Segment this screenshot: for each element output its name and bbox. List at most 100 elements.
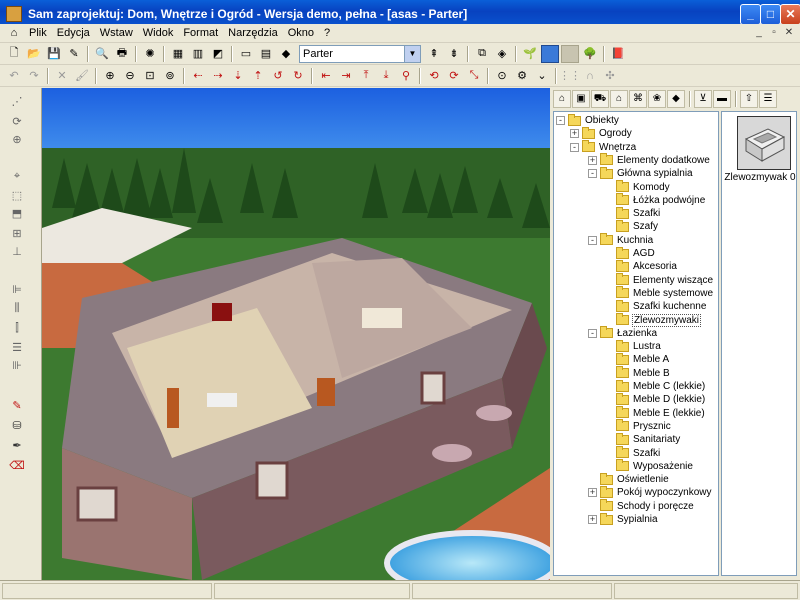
tree-item[interactable]: + Sypialnia [588,512,659,526]
grid-icon[interactable]: ⋮⋮ [559,67,581,85]
tree-expander-icon[interactable]: - [588,235,597,245]
undo-icon[interactable]: ↶ [5,67,23,85]
menu-plik[interactable]: Plik [24,27,52,39]
zoom-out-icon[interactable]: ⊖ [121,67,139,85]
catalog-list-icon[interactable]: ☰ [759,90,777,108]
stamp-tool-icon[interactable]: ⊕ [8,132,26,148]
snap-point-icon[interactable]: ✣ [601,67,619,85]
print-icon[interactable]: 🖶 [113,45,131,63]
catalog-plants-icon[interactable]: ❀ [648,90,666,108]
wall-tool-icon[interactable]: ⌖ [8,168,26,184]
catalog-up-icon[interactable]: ⇧ [740,90,758,108]
tree-item[interactable]: + Elementy dodatkowe [588,153,711,167]
paint-icon[interactable]: 🖌 [73,67,91,85]
catalog-furniture-icon[interactable]: ▣ [572,90,590,108]
tree-item[interactable]: - Główna sypialnia [588,166,694,180]
tree-item[interactable]: AGD [604,246,656,260]
catalog-roof-icon[interactable]: ⌂ [610,90,628,108]
floor-down-icon[interactable]: ⇟ [445,45,463,63]
tree-item[interactable]: Szafki [604,206,661,220]
pencil-icon[interactable]: ✎ [8,398,26,414]
tree-item[interactable]: Szafy [604,219,659,233]
tree-item[interactable]: Akcesoria [604,259,678,273]
new-icon[interactable]: 🗋 [5,45,23,63]
column-tool-icon[interactable]: ⊪ [8,358,26,374]
tree-item[interactable]: Sanitariaty [604,432,681,446]
color-swatch-icon[interactable] [541,44,559,63]
rotate-left-icon[interactable]: ↺ [269,67,287,85]
settings-icon[interactable]: ⚙ [513,67,531,85]
close-button[interactable]: ✕ [780,4,800,25]
camera-right-icon[interactable]: ⇥ [337,67,355,85]
tree-expander-icon[interactable]: + [570,129,579,139]
catalog-textures-icon[interactable]: ◆ [667,90,685,108]
catalog-filter-icon[interactable]: ⊻ [694,90,712,108]
camera-forward-icon[interactable]: ⤒ [357,67,375,85]
menu-help[interactable]: ? [319,27,335,39]
zoom-all-icon[interactable]: ⊚ [161,67,179,85]
snap-icon[interactable]: ∩ [581,67,599,85]
split-view-icon[interactable]: ▥ [189,45,207,63]
menu-format[interactable]: Format [178,27,223,39]
colored-layers-icon[interactable]: ◆ [277,45,295,63]
rotate-tool-icon[interactable]: ⟳ [8,114,26,130]
tree-item[interactable]: Elementy wiszące [604,273,714,287]
tree-item[interactable]: Meble E (lekkie) [604,406,706,420]
redo-icon[interactable]: ↷ [25,67,43,85]
plant-icon[interactable]: 🌱 [521,45,539,63]
view-options-icon[interactable]: ⌄ [533,67,551,85]
stairs-tool-icon[interactable]: ☰ [8,340,26,356]
wizard-icon[interactable]: ✺ [141,45,159,63]
tree-item[interactable]: Wyposażenie [604,459,694,473]
tree-expander-icon[interactable]: + [588,155,597,165]
walk-icon[interactable]: ⚲ [397,67,415,85]
wall-view-icon[interactable]: ▭ [237,45,255,63]
menu-narzedzia[interactable]: Narzędzia [223,27,283,39]
move-up-icon[interactable]: ⇡ [249,67,267,85]
save-as-icon[interactable]: ✎ [65,45,83,63]
tree-item[interactable]: Szafki kuchenne [604,299,707,313]
tree-expander-icon[interactable]: + [588,515,597,524]
tree-item[interactable]: Meble systemowe [604,286,714,300]
tree-item[interactable]: Komody [604,180,671,194]
tree-item[interactable]: - Obiekty [556,113,620,127]
minimize-button[interactable]: _ [740,4,761,25]
eraser-icon[interactable]: ⌫ [8,458,26,474]
window-tool-icon[interactable]: ⊞ [8,226,26,242]
catalog-objects-icon[interactable]: ⌘ [629,90,647,108]
tree-expander-icon[interactable]: - [588,169,597,179]
menu-widok[interactable]: Widok [138,27,179,39]
move-right-icon[interactable]: ⇢ [209,67,227,85]
tree-expander-icon[interactable]: - [570,142,579,152]
move-left-icon[interactable]: ⇠ [189,67,207,85]
layers-icon[interactable]: ▤ [257,45,275,63]
menu-okno[interactable]: Okno [283,27,319,39]
preview-thumbnail[interactable] [737,116,791,170]
tilt-icon[interactable]: ⤡ [465,67,483,85]
dimension-tool-icon[interactable]: ⫿ [8,320,26,336]
tree-item[interactable]: Zlewozmywaki [604,313,702,327]
3d-viewport[interactable] [42,88,550,580]
zoom-in-icon[interactable]: ⊕ [101,67,119,85]
catalog-car-icon[interactable]: ⛟ [591,90,609,108]
pen-icon[interactable]: ✒ [8,438,26,454]
tree-item[interactable]: + Ogrody [570,126,633,140]
mdi-restore-button[interactable]: ▫ [767,27,781,40]
delete-icon[interactable]: ✕ [53,67,71,85]
measure-tool-icon[interactable]: ⫼ [8,300,26,316]
tree-item[interactable]: - Łazienka [588,326,658,340]
object-tree[interactable]: - Obiekty + Ogrody - Wnętrza + Elementy dodatko… [553,111,719,576]
tree-item[interactable]: Meble A [604,352,670,366]
tree-item[interactable]: - Wnętrza [570,140,637,154]
tree-item[interactable]: Meble D (lekkie) [604,392,706,406]
tree-item[interactable]: Łóżka podwójne [604,193,706,207]
catalog-folder-icon[interactable]: ▬ [713,90,731,108]
open-icon[interactable]: 📂 [25,45,43,63]
document-icon[interactable]: ⌂ [5,24,23,42]
object-preview[interactable]: Zlewozmywak 0 [721,111,797,576]
floor-copy-icon[interactable]: ⧉ [473,45,491,63]
mdi-close-button[interactable]: ✕ [782,27,796,40]
catalog-house-icon[interactable]: ⌂ [553,90,571,108]
select-tool-icon[interactable]: ⋰ [8,94,26,110]
plan-view-icon[interactable]: ▦ [169,45,187,63]
